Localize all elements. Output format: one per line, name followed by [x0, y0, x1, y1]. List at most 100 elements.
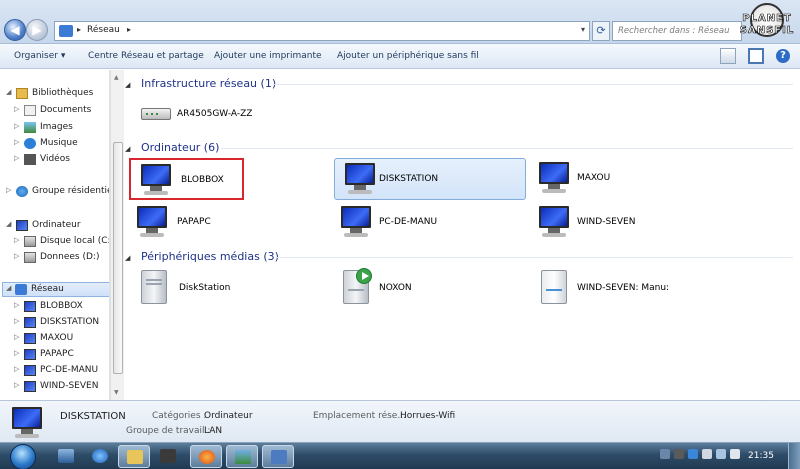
nav-libraries[interactable]: ◢ Bibliothèques: [6, 87, 109, 101]
expand-arrow-icon[interactable]: ▷: [14, 349, 19, 357]
nav-host[interactable]: ▷ BLOBBOX: [14, 300, 109, 314]
breadcrumb-network[interactable]: Réseau: [87, 25, 120, 35]
show-desktop-button[interactable]: [788, 443, 800, 469]
preview-pane-icon[interactable]: [748, 48, 764, 64]
computer-item[interactable]: DISKSTATION: [334, 158, 526, 200]
refresh-button[interactable]: ⟳: [592, 21, 610, 41]
paint-icon: [235, 450, 251, 464]
images-icon: [24, 122, 36, 133]
expand-arrow-icon[interactable]: ▷: [14, 333, 19, 341]
expand-arrow-icon[interactable]: ▷: [14, 317, 19, 325]
media-item[interactable]: DiskStation: [129, 268, 321, 310]
nav-videos[interactable]: ▷ Vidéos: [14, 153, 109, 167]
expand-arrow-icon[interactable]: ▷: [14, 301, 19, 309]
expand-arrow-icon[interactable]: ▷: [14, 105, 19, 113]
nav-host[interactable]: ▷ DISKSTATION: [14, 316, 109, 330]
view-options-icon[interactable]: [720, 48, 736, 64]
nav-host[interactable]: ▷ PC-DE-MANU: [14, 364, 109, 378]
expand-arrow-icon[interactable]: ▷: [14, 381, 19, 389]
collapse-arrow-icon[interactable]: ◢: [6, 220, 11, 228]
taskbar-app[interactable]: [190, 445, 222, 468]
media-item[interactable]: WIND-SEVEN: Manu:: [529, 268, 721, 310]
ie-icon: [92, 449, 108, 463]
network-icon: [15, 284, 27, 295]
expand-arrow-icon[interactable]: ▷: [14, 236, 19, 244]
nav-host[interactable]: ▷ PAPAPC: [14, 348, 109, 362]
taskbar-app[interactable]: [152, 445, 184, 468]
expand-arrow-icon[interactable]: ▷: [14, 122, 19, 130]
group-collapse-icon[interactable]: ◢: [125, 254, 130, 262]
group-media[interactable]: Périphériques médias (3): [141, 250, 279, 263]
scroll-up-icon[interactable]: ▲: [114, 74, 119, 81]
nav-host[interactable]: ▷ WIND-SEVEN: [14, 380, 109, 394]
computer-icon: [537, 162, 571, 194]
search-input[interactable]: Rechercher dans : Réseau: [612, 21, 742, 41]
forward-button[interactable]: ▶: [26, 19, 48, 41]
dropbox-icon[interactable]: [688, 449, 698, 459]
computer-item[interactable]: PC-DE-MANU: [331, 202, 523, 244]
expand-arrow-icon[interactable]: ▷: [14, 138, 19, 146]
taskbar-app[interactable]: [226, 445, 258, 468]
collapse-arrow-icon[interactable]: ◢: [6, 284, 11, 292]
expand-arrow-icon[interactable]: ▷: [14, 154, 19, 162]
organize-menu[interactable]: Organiser ▾: [14, 51, 65, 61]
tray-icon[interactable]: [660, 449, 670, 459]
nav-scrollbar[interactable]: ▲ ▼: [110, 70, 124, 400]
taskbar-app[interactable]: [262, 445, 294, 468]
group-computers[interactable]: Ordinateur (6): [141, 141, 219, 154]
computer-icon: [24, 381, 36, 392]
computer-label: MAXOU: [577, 173, 611, 183]
nav-computer[interactable]: ◢ Ordinateur: [6, 219, 109, 233]
volume-icon[interactable]: [730, 449, 740, 459]
address-bar[interactable]: ▸ Réseau ▸ ▾: [54, 21, 590, 41]
taskbar-app[interactable]: [84, 445, 116, 468]
collapse-arrow-icon[interactable]: ◢: [6, 88, 11, 96]
expand-arrow-icon[interactable]: ▷: [6, 186, 11, 194]
nav-disk-c[interactable]: ▷ Disque local (C:): [14, 235, 110, 249]
computer-item[interactable]: PAPAPC: [127, 202, 319, 244]
details-categories-value: Ordinateur: [204, 411, 253, 421]
details-workgroup-label: Groupe de travail :: [126, 426, 211, 436]
group-collapse-icon[interactable]: ◢: [125, 145, 130, 153]
taskbar-app[interactable]: [118, 445, 150, 468]
network-center-button[interactable]: Centre Réseau et partage: [88, 51, 204, 61]
scroll-down-icon[interactable]: ▼: [114, 389, 119, 396]
chevron-right-icon[interactable]: ▸: [77, 25, 81, 34]
computer-item[interactable]: BLOBBOX: [129, 158, 244, 200]
group-infrastructure[interactable]: Infrastructure réseau (1): [141, 77, 276, 90]
computer-item[interactable]: MAXOU: [529, 158, 721, 200]
chevron-right-icon[interactable]: ▸: [127, 25, 131, 34]
add-printer-button[interactable]: Ajouter une imprimante: [214, 51, 322, 61]
search-placeholder: Rechercher dans : Réseau: [618, 26, 730, 36]
start-button[interactable]: [10, 444, 36, 469]
nav-host[interactable]: ▷ MAXOU: [14, 332, 109, 346]
server-manager-icon: [58, 449, 74, 463]
device-router[interactable]: AR4505GW-A-ZZ: [127, 94, 319, 136]
nav-homegroup[interactable]: ▷ Groupe résidentiel: [6, 185, 109, 199]
tray-icon[interactable]: [674, 449, 684, 459]
add-wireless-button[interactable]: Ajouter un périphérique sans fil: [337, 51, 479, 61]
computer-item[interactable]: WIND-SEVEN: [529, 202, 721, 244]
navigation-pane: ◢ Bibliothèques ▷ Documents ▷ Images ▷ M…: [0, 70, 110, 400]
nav-images[interactable]: ▷ Images: [14, 121, 109, 135]
nav-disk-c-label: Disque local (C:): [40, 236, 110, 246]
flag-icon[interactable]: [702, 449, 712, 459]
taskbar-app[interactable]: [50, 445, 82, 468]
media-label: NOXON: [379, 283, 412, 293]
nav-music[interactable]: ▷ Musique: [14, 137, 109, 151]
expand-arrow-icon[interactable]: ▷: [14, 365, 19, 373]
media-item[interactable]: NOXON: [331, 268, 523, 310]
nav-disk-d[interactable]: ▷ Donnees (D:): [14, 251, 109, 265]
back-button[interactable]: ◀: [4, 19, 26, 41]
expand-arrow-icon[interactable]: ▷: [14, 252, 19, 260]
group-collapse-icon[interactable]: ◢: [125, 81, 130, 89]
help-icon[interactable]: ?: [776, 49, 790, 63]
computer-icon: [24, 333, 36, 344]
scrollbar-thumb[interactable]: [113, 142, 123, 374]
nav-documents[interactable]: ▷ Documents: [14, 104, 109, 118]
network-tray-icon[interactable]: [716, 449, 726, 459]
clock[interactable]: 21:35: [748, 451, 774, 461]
chevron-down-icon[interactable]: ▾: [581, 25, 585, 34]
group-divider: [277, 257, 793, 258]
nav-network[interactable]: ◢ Réseau: [2, 282, 109, 297]
